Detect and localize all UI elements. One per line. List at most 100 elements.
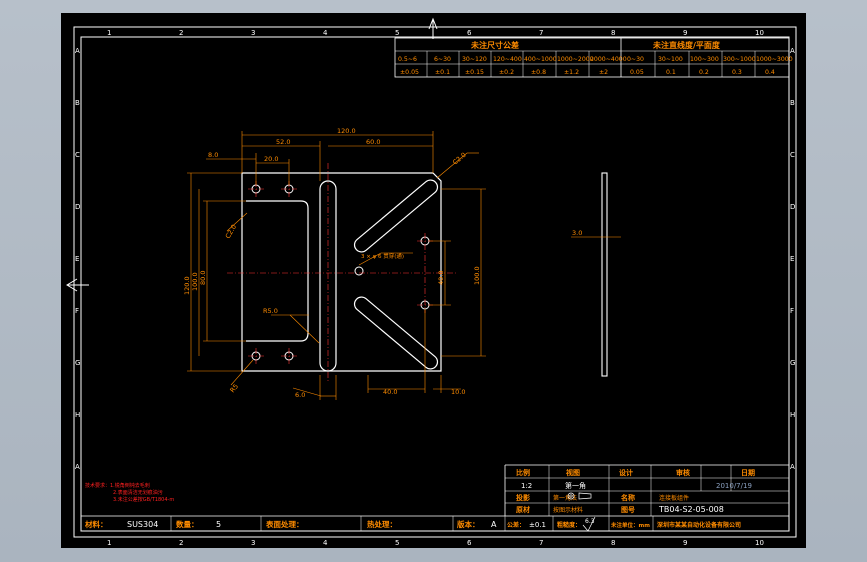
col-bottom: 9: [683, 539, 687, 547]
tol-range: 120~400: [493, 56, 522, 63]
dim-label: 120.0: [183, 276, 191, 295]
dim-label: 52.0: [276, 138, 290, 146]
heat-treatment-label: 热处理：: [367, 519, 397, 529]
row-right: F: [790, 307, 794, 315]
diagonal-slot-upper: [353, 179, 439, 253]
row-right: D: [790, 203, 795, 211]
tol-range: 100~300: [690, 56, 719, 63]
col-bottom: 3: [251, 539, 255, 547]
row-right: E: [790, 255, 794, 263]
tol-range: 6~30: [434, 56, 451, 63]
drawing-no-value: TB04-S2-05-008: [658, 505, 724, 514]
designer-label: 设计: [619, 468, 633, 477]
dim-label: 80.0: [199, 271, 207, 285]
dim-label: C2.0: [451, 151, 468, 167]
tol-value: ±2: [599, 69, 608, 76]
material-ref-value: 按图示材料: [553, 506, 583, 514]
part-name-value: 连接板组件: [659, 494, 689, 502]
tolerance-value: ±0.1: [529, 521, 546, 529]
dim-label: 10.0: [451, 388, 465, 396]
col-top: 8: [611, 29, 615, 37]
tol-value: 0.05: [630, 69, 644, 76]
row-right: H: [790, 411, 795, 419]
svg-text:3.未注公差按GB/T1804-m: 3.未注公差按GB/T1804-m: [113, 496, 174, 503]
tol-value: 0.1: [666, 69, 676, 76]
date-label: 日期: [741, 468, 755, 477]
col-top: 5: [395, 29, 399, 37]
col-top: 7: [539, 29, 543, 37]
dim-label: C2.0: [224, 223, 238, 240]
tol-value: ±0.1: [435, 69, 450, 76]
tolerance-table: 未注尺寸公差 未注直线度/平面度 0.5~6 6~30 30~120 120~4…: [394, 37, 793, 78]
row-left: B: [75, 99, 80, 107]
version-label: 版本：: [456, 519, 480, 529]
plate-front-view: [227, 163, 456, 381]
tol-range: 300~1000: [723, 56, 756, 63]
roughness-value: 6.3: [585, 518, 595, 525]
row-right: A: [790, 47, 795, 55]
dim-label: 40.0: [383, 388, 397, 396]
row-left: G: [75, 359, 80, 367]
name-label: 名称: [621, 493, 635, 502]
center-arrow-top-icon: [428, 17, 438, 39]
col-top: 6: [467, 29, 472, 37]
row-right: B: [790, 99, 795, 107]
row-left: F: [75, 307, 79, 315]
col-bottom: 1: [107, 539, 111, 547]
row-left: H: [75, 411, 80, 419]
row-right: C: [790, 151, 795, 159]
cad-drawing: 1 2 3 4 5 6 7 8 9 10 1 2 3 4 5 6 7 8 9 1…: [66, 17, 797, 547]
tol-range: 2000~4000: [590, 56, 627, 63]
view-label: 视图: [566, 468, 580, 477]
scale-label: 比例: [516, 468, 530, 477]
row-left: A: [75, 47, 80, 55]
tol-value: 0.3: [732, 69, 742, 76]
date-value: 2010/7/19: [716, 482, 752, 490]
dim-label: 3.0: [572, 229, 582, 237]
col-top: 9: [683, 29, 687, 37]
row-left: A: [75, 463, 80, 471]
tol-range: 30~100: [658, 56, 683, 63]
tolerance-label: 公差：: [507, 521, 525, 529]
svg-text:2.表面清洁无划痕油污: 2.表面清洁无划痕油污: [113, 489, 163, 496]
material-label: 材料：: [85, 519, 108, 529]
row-left: D: [75, 203, 80, 211]
view-value: 第一角: [565, 481, 586, 490]
material-ref-label: 原材: [516, 505, 530, 514]
col-top: 1: [107, 29, 111, 37]
quantity-value: 5: [216, 520, 221, 529]
col-top: 10: [755, 29, 764, 37]
center-arrow-left-icon: [66, 278, 89, 292]
material-value: SUS304: [127, 520, 158, 529]
quantity-label: 数量：: [176, 519, 199, 529]
plate-cutout: [246, 200, 309, 342]
plate-side-view: 3.0: [571, 172, 621, 377]
hole: [354, 266, 364, 276]
version-value: A: [491, 520, 497, 529]
drawing-no-label: 图号: [621, 505, 635, 514]
dim-label: 120.0: [337, 127, 356, 135]
tol-value: ±0.2: [499, 69, 514, 76]
tol-range: 0~30: [627, 56, 644, 63]
tol-value: ±0.05: [400, 69, 419, 76]
diagonal-slot-lower: [353, 296, 439, 370]
unit-label: 未注单位：mm: [610, 521, 650, 529]
dim-label: 8.0: [208, 151, 218, 159]
dim-label: 20.0: [264, 155, 278, 163]
col-top: 3: [251, 29, 255, 37]
dim-label: 100.0: [191, 272, 199, 291]
tol-value: ±0.15: [465, 69, 484, 76]
tol-range: 400~1000: [524, 56, 557, 63]
drawing-canvas: 1 2 3 4 5 6 7 8 9 10 1 2 3 4 5 6 7 8 9 1…: [61, 13, 806, 548]
col-bottom: 5: [395, 539, 399, 547]
tol-range: 0.5~6: [398, 56, 417, 63]
dim-label: 40.0: [437, 271, 445, 285]
col-bottom: 2: [179, 539, 183, 547]
tol-title-right: 未注直线度/平面度: [652, 40, 721, 50]
title-block: 比例 视图 设计 审核 日期 投影 名称 原材 图号 1:2 第一角 2010/…: [81, 464, 789, 532]
tol-range: 30~120: [462, 56, 487, 63]
svg-text:技术要求：1.锐角倒钝去毛刺: 技术要求：1.锐角倒钝去毛刺: [85, 482, 150, 489]
reviewer-label: 审核: [676, 468, 690, 477]
dim-label: 100.0: [473, 266, 481, 285]
tol-title-left: 未注尺寸公差: [470, 40, 519, 50]
